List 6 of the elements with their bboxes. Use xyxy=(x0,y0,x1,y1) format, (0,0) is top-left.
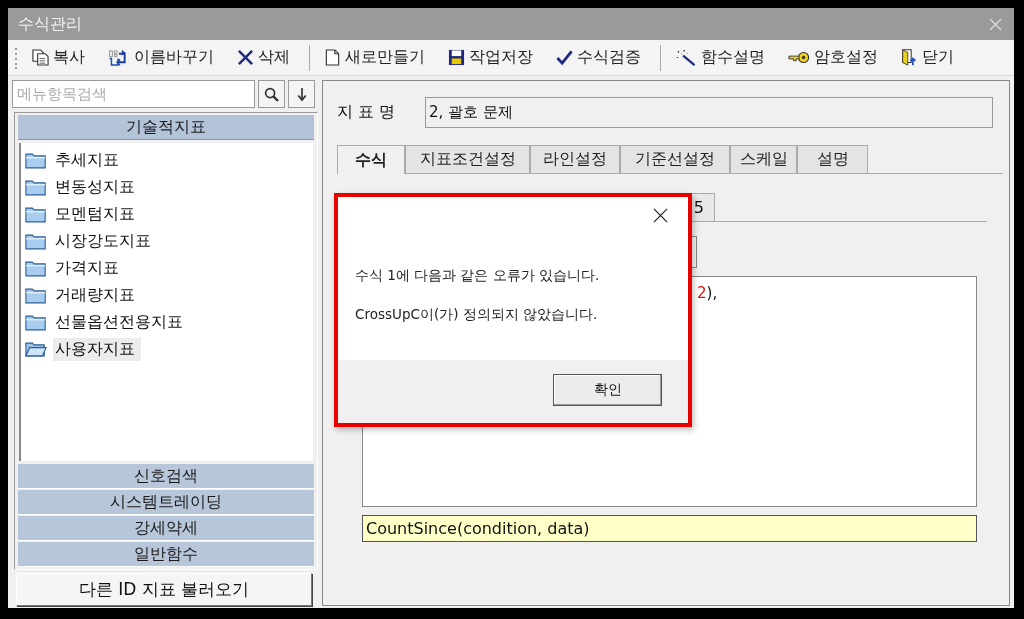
window-title: 수식관리 xyxy=(18,13,82,35)
field-label: 지 표 명 xyxy=(337,102,397,123)
function-hint: CountSince(condition, data) xyxy=(362,515,977,542)
error-message: 수식 1에 다음과 같은 오류가 있습니다. xyxy=(355,267,601,285)
code-line: 2), xyxy=(697,284,718,302)
error-message: CrossUpC이(가) 정의되지 않았습니다. xyxy=(355,306,599,324)
